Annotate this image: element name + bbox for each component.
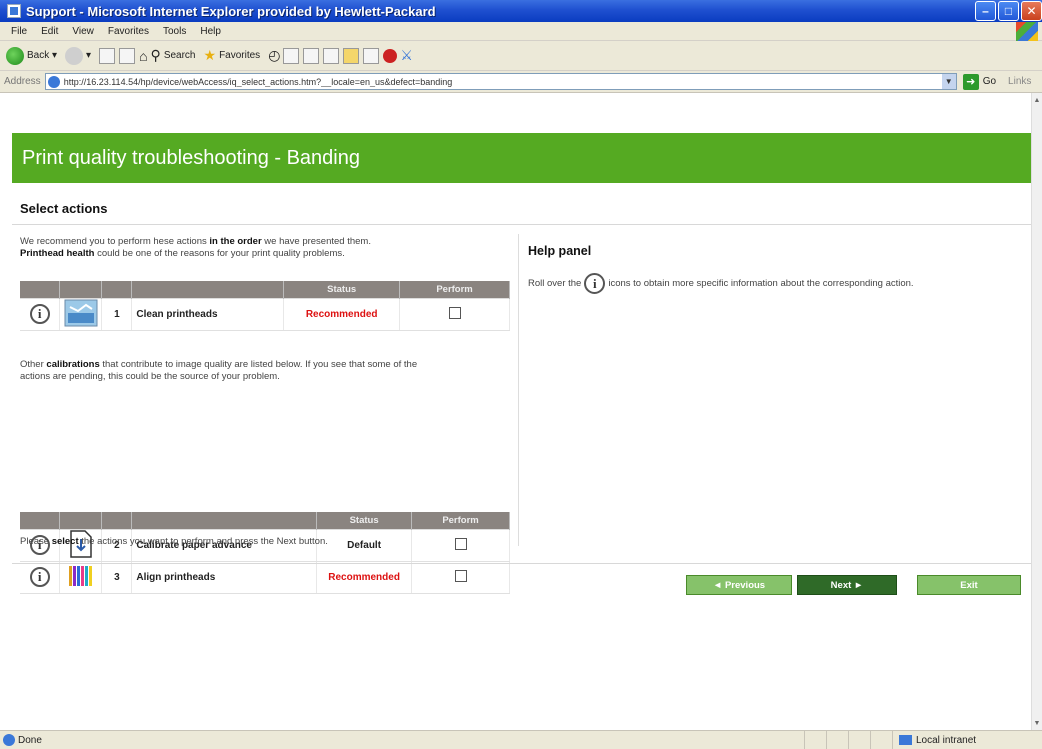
search-button[interactable]: ⚲ Search <box>151 47 196 64</box>
mail-icon[interactable] <box>283 47 300 64</box>
close-button[interactable]: ✕ <box>1021 1 1042 21</box>
address-url: http://16.23.114.54/hp/device/webAccess/… <box>63 76 453 87</box>
printhead-clean-icon <box>64 299 98 326</box>
go-arrow-icon: ➜ <box>962 73 979 90</box>
maximize-button[interactable]: □ <box>998 1 1019 21</box>
status-badge: Recommended <box>283 297 401 331</box>
stop-icon[interactable] <box>99 47 116 64</box>
table-header: Status Perform <box>20 512 510 529</box>
menu-file[interactable]: File <box>11 26 27 37</box>
perform-checkbox-align-printheads[interactable] <box>454 569 467 582</box>
home-icon[interactable]: ⌂ <box>139 48 147 64</box>
vertical-scrollbar[interactable]: ▲ ▼ <box>1031 93 1042 730</box>
forward-button[interactable]: ▾ <box>65 46 91 65</box>
address-bar: Address http://16.23.114.54/hp/device/we… <box>0 71 1042 93</box>
back-arrow-icon <box>6 46 24 65</box>
top-divider <box>12 224 1031 225</box>
help-panel-title: Help panel <box>528 244 592 258</box>
browser-toolbar: Back ▾ ▾ ⌂ ⚲ Search ★ Favorites ◴ ⚔ <box>0 41 1042 71</box>
menu-bar: File Edit View Favorites Tools Help <box>0 22 1042 41</box>
status-header: Status <box>283 281 401 298</box>
status-text: Done <box>18 734 42 746</box>
status-badge: Recommended <box>316 560 413 594</box>
instruction-text: Please select the actions you want to pe… <box>20 536 328 547</box>
back-button[interactable]: Back ▾ <box>6 46 57 65</box>
forward-arrow-icon <box>65 46 84 65</box>
refresh-icon[interactable] <box>119 47 136 64</box>
perform-header: Perform <box>411 512 510 529</box>
previous-button[interactable]: ◄ Previous <box>686 575 792 595</box>
menu-tools[interactable]: Tools <box>163 26 186 37</box>
scroll-down-icon[interactable]: ▼ <box>1032 716 1042 730</box>
table-header: Status Perform <box>20 281 510 298</box>
menu-edit[interactable]: Edit <box>41 26 58 37</box>
menu-view[interactable]: View <box>72 26 94 37</box>
address-label: Address <box>4 76 41 87</box>
print-icon[interactable] <box>303 47 320 64</box>
action-clean-printheads: Clean printheads <box>131 297 285 331</box>
edit-icon[interactable] <box>323 47 340 64</box>
go-button[interactable]: ➜ Go <box>962 73 996 90</box>
bottom-divider <box>12 563 1031 564</box>
help-panel-text: Roll over the i icons to obtain more spe… <box>528 273 914 294</box>
table-row: i 1 Clean printheads Recommended <box>20 297 510 331</box>
calibrations-table: Status Perform i 2 Calibrate paper advan… <box>20 512 510 594</box>
page-icon <box>47 75 60 88</box>
address-dropdown-icon[interactable]: ▼ <box>941 74 956 89</box>
info-icon[interactable]: i <box>29 567 50 587</box>
security-zone: Local intranet <box>892 731 1042 749</box>
perform-checkbox-calibrate-paper-advance[interactable] <box>454 537 467 550</box>
status-badge: Default <box>316 528 413 562</box>
research-icon[interactable]: ⚔ <box>400 47 413 64</box>
info-icon[interactable]: i <box>29 304 50 324</box>
page-banner: Print quality troubleshooting - Banding <box>12 133 1031 183</box>
page-done-icon <box>3 734 15 746</box>
folder-icon[interactable] <box>343 47 360 64</box>
status-bar: Done Local intranet <box>0 730 1042 749</box>
intranet-icon <box>899 735 912 745</box>
window-title-bar: Support - Microsoft Internet Explorer pr… <box>0 0 1042 22</box>
address-input[interactable]: http://16.23.114.54/hp/device/webAccess/… <box>44 73 957 90</box>
align-printheads-icon <box>68 565 92 586</box>
window-title: Support - Microsoft Internet Explorer pr… <box>26 3 436 19</box>
info-icon: i <box>584 273 606 294</box>
links-button[interactable]: Links <box>1008 76 1031 87</box>
table-row: i 3 Align printheads Recommended <box>20 560 510 594</box>
history-icon[interactable]: ◴ <box>268 47 280 64</box>
perform-checkbox-clean-printheads[interactable] <box>448 306 461 319</box>
section-title: Select actions <box>20 201 108 216</box>
menu-help[interactable]: Help <box>200 26 221 37</box>
messenger-icon[interactable] <box>363 47 380 64</box>
minimize-button[interactable]: – <box>975 1 996 21</box>
scroll-up-icon[interactable]: ▲ <box>1032 93 1042 107</box>
status-header: Status <box>316 512 413 529</box>
recommended-actions-table: Status Perform i 1 Clean printheads Reco… <box>20 281 510 331</box>
star-icon: ★ <box>203 47 217 63</box>
action-align-printheads: Align printheads <box>131 560 318 594</box>
next-button[interactable]: Next ► <box>797 575 897 595</box>
stop-sign-icon[interactable] <box>383 48 398 63</box>
ie-window-icon <box>7 4 21 18</box>
panel-divider <box>518 234 519 546</box>
exit-button[interactable]: Exit <box>917 575 1021 595</box>
windows-logo-icon <box>1016 22 1038 41</box>
intro-text: We recommend you to perform hese actions… <box>20 236 371 259</box>
menu-favorites[interactable]: Favorites <box>108 26 149 37</box>
page-viewport: Print quality troubleshooting - Banding … <box>0 93 1042 730</box>
favorites-button[interactable]: ★ Favorites <box>204 47 261 64</box>
search-icon: ⚲ <box>150 47 161 63</box>
perform-header: Perform <box>399 281 510 298</box>
other-calibrations-text: Other calibrations that contribute to im… <box>20 359 418 382</box>
window-controls: – □ ✕ <box>973 1 1042 21</box>
